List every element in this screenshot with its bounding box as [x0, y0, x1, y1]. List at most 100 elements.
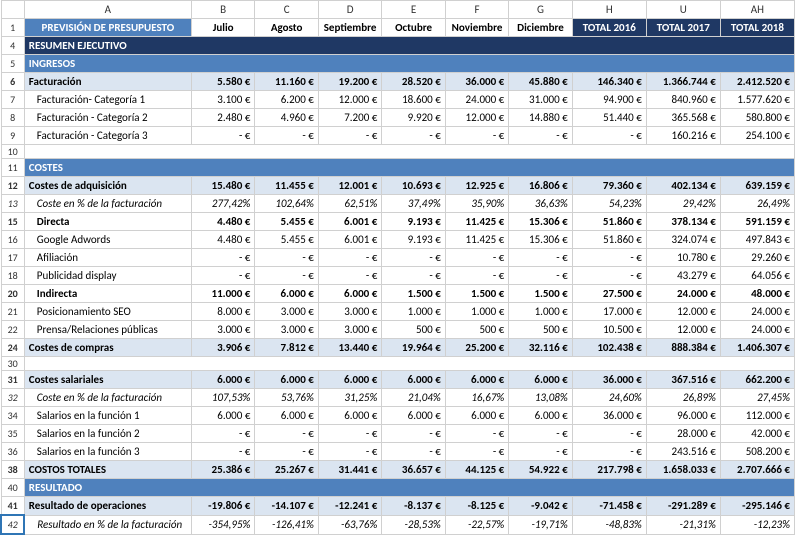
cell[interactable]: 3.000 €: [255, 321, 318, 339]
row-label[interactable]: Indirecta: [24, 285, 191, 303]
cell[interactable]: -8.125 €: [445, 497, 508, 516]
cell[interactable]: 15.306 €: [509, 213, 572, 231]
cell[interactable]: 29.260 €: [720, 249, 794, 267]
row-number[interactable]: 36: [1, 443, 24, 461]
cell[interactable]: 31.000 €: [509, 91, 572, 109]
row-number[interactable]: 17: [1, 249, 24, 267]
row-number[interactable]: 31: [1, 371, 24, 389]
cell[interactable]: 217.798 €: [572, 461, 646, 479]
cell[interactable]: 1.658.033 €: [646, 461, 720, 479]
row-label[interactable]: Salarios en la función 3: [24, 443, 191, 461]
row-label[interactable]: Facturación- Categoría 1: [24, 91, 191, 109]
row-label[interactable]: Facturación - Categoría 3: [24, 127, 191, 145]
cell[interactable]: - €: [191, 127, 254, 145]
cell[interactable]: 36,63%: [509, 195, 572, 213]
cell[interactable]: 378.134 €: [646, 213, 720, 231]
cell[interactable]: -12.241 €: [318, 497, 381, 516]
cell[interactable]: - €: [509, 127, 572, 145]
row-number[interactable]: 6: [1, 73, 24, 91]
cell[interactable]: 6.000 €: [255, 285, 318, 303]
cell[interactable]: 6.000 €: [255, 371, 318, 389]
row-number[interactable]: 40: [1, 479, 24, 497]
cell[interactable]: 1.500 €: [509, 285, 572, 303]
row-number[interactable]: 30: [1, 357, 24, 371]
cell[interactable]: 51.440 €: [572, 109, 646, 127]
cell[interactable]: - €: [255, 267, 318, 285]
row-number[interactable]: 9: [1, 127, 24, 145]
cell[interactable]: -354,95%: [191, 515, 254, 534]
cell[interactable]: 36.657 €: [382, 461, 445, 479]
cell[interactable]: 402.134 €: [646, 177, 720, 195]
cell[interactable]: 662.200 €: [720, 371, 794, 389]
cell[interactable]: - €: [572, 425, 646, 443]
cell[interactable]: 160.216 €: [646, 127, 720, 145]
cell[interactable]: 4.480 €: [191, 231, 254, 249]
cell[interactable]: -21,31%: [646, 515, 720, 534]
cell[interactable]: 16,67%: [445, 389, 508, 407]
cell[interactable]: 4.480 €: [191, 213, 254, 231]
cell[interactable]: 1.000 €: [382, 303, 445, 321]
cell[interactable]: 6.000 €: [382, 371, 445, 389]
cell[interactable]: 3.100 €: [191, 91, 254, 109]
cell[interactable]: 1.577.620 €: [720, 91, 794, 109]
cell[interactable]: 112.000 €: [720, 407, 794, 425]
cell[interactable]: 9.193 €: [382, 231, 445, 249]
cell[interactable]: 102,64%: [255, 195, 318, 213]
row-number[interactable]: 16: [1, 231, 24, 249]
cell[interactable]: - €: [445, 425, 508, 443]
cell[interactable]: 2.412.520 €: [720, 73, 794, 91]
cell[interactable]: 324.074 €: [646, 231, 720, 249]
col-header[interactable]: G: [509, 1, 572, 19]
cell[interactable]: 5.580 €: [191, 73, 254, 91]
row-label[interactable]: Afiliación: [24, 249, 191, 267]
cell[interactable]: -28,53%: [382, 515, 445, 534]
cell[interactable]: - €: [382, 425, 445, 443]
row-label[interactable]: Directa: [24, 213, 191, 231]
cell[interactable]: 4.960 €: [255, 109, 318, 127]
cell[interactable]: 3.000 €: [191, 321, 254, 339]
cell[interactable]: 24.000 €: [646, 285, 720, 303]
cell[interactable]: 10.693 €: [382, 177, 445, 195]
cell[interactable]: 6.000 €: [509, 407, 572, 425]
cell[interactable]: 26,49%: [720, 195, 794, 213]
cell[interactable]: -8.137 €: [382, 497, 445, 516]
cell[interactable]: - €: [382, 443, 445, 461]
row-number[interactable]: 21: [1, 303, 24, 321]
row-number[interactable]: 15: [1, 213, 24, 231]
cell[interactable]: 1.366.744 €: [646, 73, 720, 91]
cell[interactable]: 6.000 €: [255, 407, 318, 425]
row-number[interactable]: 10: [1, 145, 24, 159]
cell[interactable]: 27,45%: [720, 389, 794, 407]
total-header[interactable]: TOTAL 2018: [720, 19, 794, 37]
empty-cell[interactable]: [24, 357, 794, 371]
cell[interactable]: - €: [318, 127, 381, 145]
cell[interactable]: - €: [255, 249, 318, 267]
cell[interactable]: 639.159 €: [720, 177, 794, 195]
col-header[interactable]: U: [646, 1, 720, 19]
section-label[interactable]: INGRESOS: [24, 55, 794, 73]
month-header[interactable]: Octubre: [382, 19, 445, 37]
col-header[interactable]: F: [445, 1, 508, 19]
cell[interactable]: 497.843 €: [720, 231, 794, 249]
cell[interactable]: 14.880 €: [509, 109, 572, 127]
cell[interactable]: 107,53%: [191, 389, 254, 407]
cell[interactable]: -9.042 €: [509, 497, 572, 516]
cell[interactable]: 11.425 €: [445, 213, 508, 231]
month-header[interactable]: Julio: [191, 19, 254, 37]
cell[interactable]: 2.480 €: [191, 109, 254, 127]
section-label[interactable]: COSTES: [24, 159, 794, 177]
cell[interactable]: -14.107 €: [255, 497, 318, 516]
cell[interactable]: 17.000 €: [572, 303, 646, 321]
month-header[interactable]: Diciembre: [509, 19, 572, 37]
cell[interactable]: 840.960 €: [646, 91, 720, 109]
cell[interactable]: 6.000 €: [318, 371, 381, 389]
row-number[interactable]: 42: [1, 515, 24, 534]
cell[interactable]: 500 €: [445, 321, 508, 339]
row-label[interactable]: Facturación: [24, 73, 191, 91]
cell[interactable]: - €: [382, 127, 445, 145]
row-number[interactable]: 13: [1, 195, 24, 213]
cell[interactable]: -71.458 €: [572, 497, 646, 516]
cell[interactable]: - €: [255, 127, 318, 145]
row-number[interactable]: 32: [1, 389, 24, 407]
cell[interactable]: 254.100 €: [720, 127, 794, 145]
